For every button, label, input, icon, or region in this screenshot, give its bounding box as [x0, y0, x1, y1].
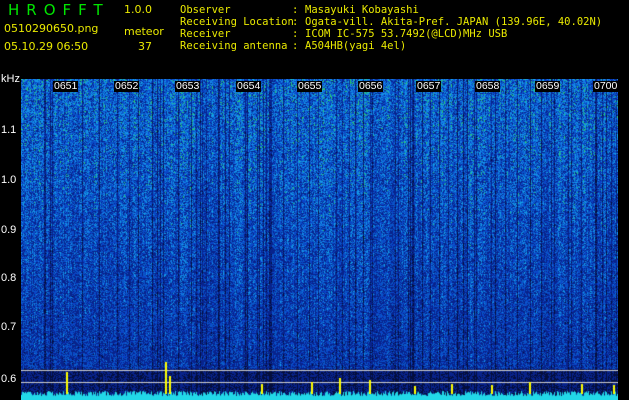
- frequency-tick: 1.0: [1, 174, 17, 186]
- observer-colon: :: [292, 4, 299, 16]
- frequency-tick: 0.9: [1, 224, 17, 236]
- meteor-label: meteor: [124, 25, 164, 38]
- frequency-tick: 1.1: [1, 124, 17, 136]
- capture-datetime: 05.10.29 06:50: [4, 40, 89, 53]
- meteor-count: 37: [138, 40, 152, 53]
- time-tick: 0655: [297, 80, 323, 92]
- time-tick: 0700: [593, 80, 619, 92]
- antenna-label: Receiving antenna: [180, 40, 288, 52]
- frequency-tick: 0.7: [1, 321, 17, 333]
- frequency-tick: 0.8: [1, 272, 17, 284]
- antenna-colon: :: [292, 40, 299, 52]
- spectrogram-plot: [21, 79, 618, 400]
- time-tick: 0652: [114, 80, 140, 92]
- time-tick: 0658: [475, 80, 501, 92]
- time-tick: 0653: [175, 80, 201, 92]
- time-tick: 0656: [358, 80, 384, 92]
- receiver-colon: :: [292, 28, 299, 40]
- capture-filename: 0510290650.png: [4, 22, 99, 35]
- observer-value: Masayuki Kobayashi: [305, 4, 419, 16]
- location-label: Receiving Location: [180, 16, 294, 28]
- app-title: HROFFT: [8, 1, 110, 19]
- location-colon: :: [292, 16, 299, 28]
- antenna-value: A504HB(yagi 4el): [305, 40, 407, 52]
- time-tick: 0657: [416, 80, 442, 92]
- location-value: Ogata-vill. Akita-Pref. JAPAN (139.96E, …: [305, 16, 603, 28]
- y-axis-unit: kHz: [1, 73, 20, 85]
- receiver-value: ICOM IC-575 53.7492(@LCD)MHz USB: [305, 28, 508, 40]
- app-version: 1.0.0: [124, 3, 152, 16]
- receiver-label: Receiver: [180, 28, 231, 40]
- observer-label: Observer: [180, 4, 231, 16]
- time-tick: 0654: [236, 80, 262, 92]
- time-tick: 0651: [53, 80, 79, 92]
- time-tick: 0659: [535, 80, 561, 92]
- frequency-tick: 0.6: [1, 373, 17, 385]
